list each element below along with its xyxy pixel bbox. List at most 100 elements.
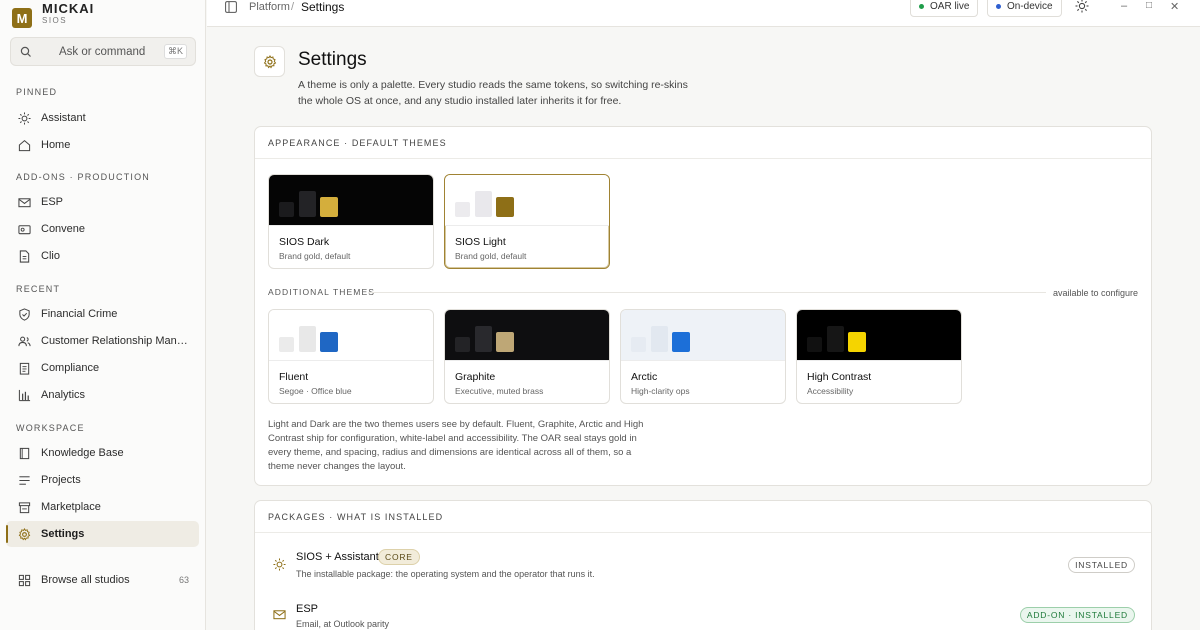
nav-label: Convene — [41, 223, 86, 235]
device-status-label: On-device — [1007, 1, 1053, 12]
command-search[interactable]: Ask or command ⌘K — [10, 37, 196, 66]
package-description: The installable package: the operating s… — [296, 569, 595, 579]
brand-name: MICKAI — [42, 0, 95, 16]
home-icon — [17, 138, 31, 152]
nav-home[interactable]: Home — [6, 132, 199, 158]
settings-title-icon — [254, 46, 285, 77]
theme-card-sios-dark[interactable]: SIOS Dark Brand gold, default — [268, 174, 434, 269]
nav-label: Clio — [41, 250, 60, 262]
nav-projects[interactable]: Projects — [6, 467, 199, 493]
maximize-button[interactable]: □ — [1146, 0, 1152, 11]
book-icon — [17, 446, 31, 460]
theme-preview — [445, 175, 609, 226]
nav-label: Projects — [41, 474, 81, 486]
shield-icon — [17, 307, 31, 321]
gear-icon — [17, 527, 31, 541]
theme-toggle-icon[interactable] — [1075, 0, 1089, 18]
nav-knowledge-base[interactable]: Knowledge Base — [6, 440, 199, 466]
divider — [368, 292, 1046, 293]
packages-card: PACKAGES · WHAT IS INSTALLED SIOS + Assi… — [254, 500, 1152, 630]
sidebar: M MICKAI SIOS Ask or command ⌘K PINNED A… — [0, 0, 206, 630]
nav-label: Analytics — [41, 389, 86, 401]
nav-esp[interactable]: ESP — [6, 189, 199, 215]
sun-icon — [17, 111, 31, 125]
nav-compliance[interactable]: Compliance — [6, 355, 199, 381]
section-addons: ADD-ONS · PRODUCTION — [16, 172, 150, 182]
nav-crm[interactable]: Customer Relationship Management — [6, 328, 199, 354]
theme-subtitle: Accessibility — [807, 386, 854, 396]
nav-label: Settings — [41, 528, 85, 540]
theme-card-arctic[interactable]: Arctic High-clarity ops — [620, 309, 786, 404]
appearance-card: APPEARANCE · DEFAULT THEMES SIOS Dark Br… — [254, 126, 1152, 486]
search-shortcut: ⌘K — [163, 44, 187, 59]
nav-label: ESP — [41, 196, 64, 208]
video-icon — [17, 222, 31, 236]
nav-assistant[interactable]: Assistant — [6, 105, 199, 131]
theme-card-graphite[interactable]: Graphite Executive, muted brass — [444, 309, 610, 404]
theme-preview — [269, 310, 433, 361]
status-dot — [919, 4, 924, 9]
device-status-pill[interactable]: On-device — [987, 0, 1062, 17]
nav-label: Knowledge Base — [41, 447, 124, 459]
browse-all-studios[interactable]: Browse all studios 63 — [6, 567, 199, 593]
topbar: Platform / Settings OAR live On-device –… — [207, 0, 1200, 27]
package-row-sios[interactable]: SIOS + Assistant CORE The installable pa… — [255, 539, 1151, 589]
nav-label: Assistant — [41, 112, 86, 124]
appearance-header: APPEARANCE · DEFAULT THEMES — [255, 127, 1151, 159]
package-description: Email, at Outlook parity — [296, 619, 390, 629]
theme-subtitle: Brand gold, default — [455, 251, 527, 261]
theme-name: Arctic — [631, 371, 658, 383]
nav-marketplace[interactable]: Marketplace — [6, 494, 199, 520]
theme-card-high-contrast[interactable]: High Contrast Accessibility — [796, 309, 962, 404]
sidebar-toggle-icon[interactable] — [225, 0, 239, 14]
nav-analytics[interactable]: Analytics — [6, 382, 199, 408]
package-name: ESP — [296, 603, 319, 615]
status-dot — [996, 4, 1001, 9]
brand-logo: M — [12, 8, 32, 28]
store-icon — [17, 500, 31, 514]
packages-header: PACKAGES · WHAT IS INSTALLED — [255, 501, 1151, 533]
theme-preview — [621, 310, 785, 361]
nav-label: Customer Relationship Management — [41, 335, 191, 347]
mail-icon — [273, 608, 287, 622]
nav-label: Compliance — [41, 362, 100, 374]
grid-icon — [17, 573, 31, 587]
theme-name: SIOS Light — [455, 236, 506, 248]
users-icon — [17, 334, 31, 348]
theme-subtitle: Brand gold, default — [279, 251, 351, 261]
nav-label: Marketplace — [41, 501, 101, 513]
core-tag: CORE — [378, 549, 420, 565]
theme-name: SIOS Dark — [279, 236, 330, 248]
installed-badge: INSTALLED — [1068, 557, 1135, 573]
theme-card-fluent[interactable]: Fluent Segoe · Office blue — [268, 309, 434, 404]
addon-installed-badge: ADD-ON · INSTALLED — [1019, 607, 1135, 623]
nav-financial-crime[interactable]: Financial Crime — [6, 301, 199, 327]
minimize-button[interactable]: – — [1121, 0, 1127, 12]
theme-card-sios-light[interactable]: SIOS Light Brand gold, default — [444, 174, 610, 269]
list-icon — [17, 473, 31, 487]
oar-status-label: OAR live — [930, 1, 970, 12]
nav-settings[interactable]: Settings — [6, 521, 199, 547]
theme-preview — [797, 310, 961, 361]
breadcrumb-platform[interactable]: Platform — [249, 1, 290, 13]
package-name: SIOS + Assistant — [296, 551, 379, 563]
close-button[interactable]: ✕ — [1170, 0, 1179, 13]
theme-name: High Contrast — [807, 371, 872, 383]
page-description: A theme is only a palette. Every studio … — [298, 79, 688, 107]
section-workspace: WORKSPACE — [16, 423, 85, 433]
search-icon — [19, 45, 33, 59]
breadcrumb-separator: / — [291, 1, 295, 13]
oar-status-pill[interactable]: OAR live — [910, 0, 979, 17]
nav-clio[interactable]: Clio — [6, 243, 199, 269]
theme-subtitle: Executive, muted brass — [455, 386, 544, 396]
theme-name: Graphite — [455, 371, 496, 383]
studio-count: 63 — [178, 575, 189, 585]
brand[interactable]: M MICKAI SIOS — [12, 0, 94, 28]
nav-convene[interactable]: Convene — [6, 216, 199, 242]
nav-label: Home — [41, 139, 71, 151]
theme-subtitle: Segoe · Office blue — [279, 386, 352, 396]
section-recent: RECENT — [16, 284, 61, 294]
sun-icon — [273, 558, 287, 572]
package-row-esp[interactable]: ESP Email, at Outlook parity ADD-ON · IN… — [255, 591, 1151, 630]
theme-preview — [269, 175, 433, 226]
